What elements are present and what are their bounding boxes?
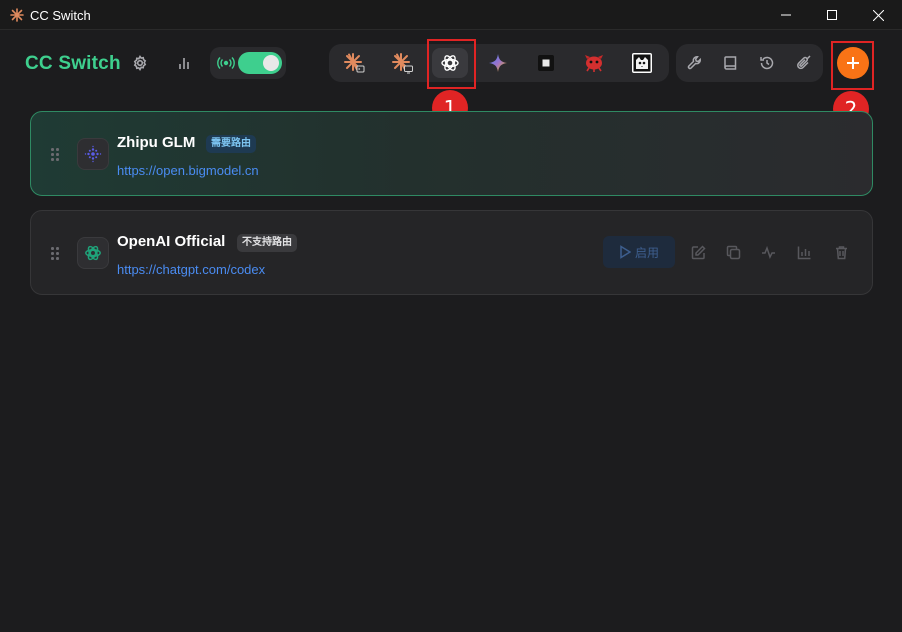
close-button[interactable]	[855, 0, 901, 30]
annotation-box-2	[831, 41, 874, 90]
radio-wave-icon	[217, 57, 235, 69]
routing-badge: 不支持路由	[237, 234, 297, 252]
claude-desktop-icon	[392, 53, 413, 74]
maximize-button[interactable]	[809, 0, 855, 30]
proxy-toggle-group	[210, 47, 286, 79]
provider-card-zhipu[interactable]: Zhipu GLM 需要路由 https://open.bigmodel.cn	[30, 111, 873, 196]
provider-url-link[interactable]: https://chatgpt.com/codex	[117, 262, 265, 277]
provider-icon	[77, 237, 109, 269]
drag-handle-icon[interactable]	[51, 148, 59, 162]
stats-icon	[797, 246, 810, 259]
history-icon	[760, 56, 774, 70]
app-switcher	[329, 44, 669, 82]
play-icon	[620, 245, 631, 259]
toggle-knob	[263, 55, 279, 71]
drag-handle-icon[interactable]	[51, 247, 59, 261]
pulse-icon	[761, 245, 775, 259]
tab-red-mascot[interactable]	[576, 48, 612, 78]
tools-button[interactable]	[685, 53, 705, 73]
gear-icon	[133, 55, 147, 71]
claude-terminal-icon	[344, 53, 365, 73]
prompts-button[interactable]	[721, 53, 741, 73]
copy-icon	[726, 245, 740, 259]
routing-badge: 需要路由	[206, 135, 256, 153]
test-latency-button[interactable]	[759, 243, 777, 261]
book-icon	[724, 56, 737, 70]
zhipu-icon	[84, 145, 102, 163]
provider-name: OpenAI Official	[117, 233, 226, 250]
red-mascot-icon	[585, 55, 603, 72]
history-button[interactable]	[757, 53, 777, 73]
delete-button[interactable]	[832, 243, 850, 261]
provider-card-openai[interactable]: OpenAI Official 不支持路由 https://chatgpt.co…	[30, 210, 873, 295]
black-square-icon	[538, 55, 554, 71]
tab-cat-app[interactable]	[624, 48, 660, 78]
wrench-icon	[687, 56, 701, 70]
provider-url-link[interactable]: https://open.bigmodel.cn	[117, 163, 259, 178]
bar-chart-icon	[179, 58, 189, 69]
tab-claude-terminal[interactable]	[336, 48, 372, 78]
cat-avatar-icon	[632, 53, 652, 73]
tool-bar	[676, 44, 823, 82]
duplicate-button[interactable]	[724, 243, 742, 261]
provider-name: Zhipu GLM	[117, 134, 196, 151]
title-bar: CC Switch	[0, 0, 902, 30]
annotation-box-1	[427, 39, 476, 89]
openai-icon	[85, 245, 101, 261]
edit-button[interactable]	[689, 243, 707, 261]
trash-icon	[835, 245, 847, 259]
gemini-icon	[489, 54, 507, 72]
enable-button[interactable]: 启用	[603, 236, 675, 268]
usage-button[interactable]	[795, 243, 813, 261]
skills-button[interactable]	[793, 53, 813, 73]
edit-icon	[691, 244, 706, 259]
provider-icon	[77, 138, 109, 170]
stats-button[interactable]	[174, 53, 194, 73]
tab-claude-desktop[interactable]	[384, 48, 420, 78]
brand-title: CC Switch	[25, 53, 121, 74]
minimize-button[interactable]	[763, 0, 809, 30]
tab-terminal-app[interactable]	[528, 48, 564, 78]
settings-button[interactable]	[130, 53, 150, 73]
paperclip-icon	[797, 55, 811, 70]
app-logo-icon	[10, 8, 24, 22]
enable-button-label: 启用	[634, 245, 659, 260]
proxy-toggle[interactable]	[238, 52, 282, 74]
window-title: CC Switch	[30, 8, 91, 23]
tab-gemini[interactable]	[480, 48, 516, 78]
